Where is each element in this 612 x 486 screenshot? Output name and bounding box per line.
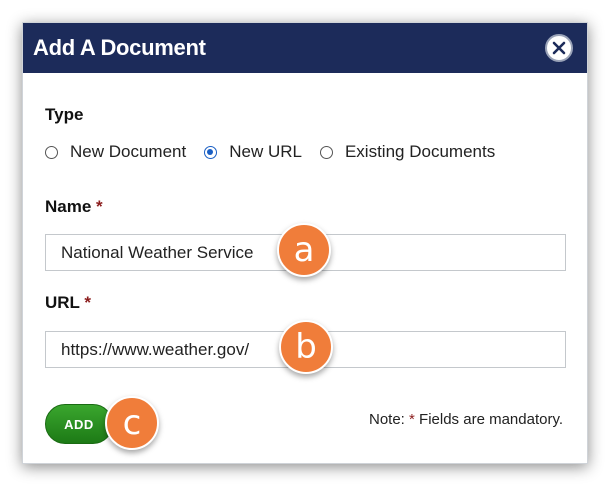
radio-new-url[interactable]: New URL xyxy=(204,142,302,162)
dialog-titlebar: Add A Document xyxy=(23,23,587,73)
name-label: Name * xyxy=(45,197,103,217)
radio-label: New Document xyxy=(70,142,187,161)
required-mark: * xyxy=(96,197,103,216)
callout-marker-c: c xyxy=(105,396,159,450)
add-button[interactable]: ADD xyxy=(45,404,113,444)
radio-button[interactable] xyxy=(45,145,58,159)
note-text: Fields are mandatory. xyxy=(419,411,563,428)
close-button[interactable] xyxy=(545,34,573,62)
radio-new-document[interactable]: New Document xyxy=(45,142,186,162)
callout-marker-a: a xyxy=(277,223,331,277)
callout-marker-b: b xyxy=(279,320,333,374)
radio-button[interactable] xyxy=(319,145,333,159)
add-document-dialog: Add A Document Type New Document New URL… xyxy=(22,22,588,464)
close-icon xyxy=(552,41,566,55)
type-radio-group: New Document New URL Existing Documents xyxy=(45,142,513,162)
radio-label: New URL xyxy=(229,142,302,161)
mandatory-note: Note: * Fields are mandatory. xyxy=(369,411,563,428)
name-label-text: Name xyxy=(45,197,92,216)
radio-button-selected[interactable] xyxy=(204,145,218,159)
note-prefix: Note: xyxy=(369,411,405,428)
dialog-title: Add A Document xyxy=(33,35,206,60)
url-label: URL * xyxy=(45,293,91,313)
radio-existing-documents[interactable]: Existing Documents xyxy=(319,142,496,162)
note-required-mark: * xyxy=(409,411,415,428)
required-mark: * xyxy=(84,293,91,312)
type-label: Type xyxy=(45,105,84,124)
url-label-text: URL xyxy=(45,293,80,312)
radio-label: Existing Documents xyxy=(344,142,496,161)
